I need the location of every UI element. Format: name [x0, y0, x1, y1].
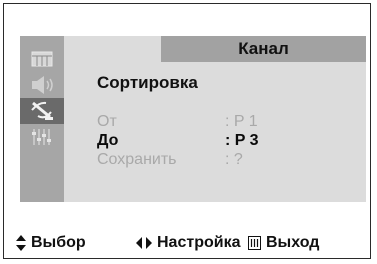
picture-icon: [31, 51, 53, 67]
tv-osd-frame: Канал Сортировка От : P 1 До : P 3 Сохра…: [3, 3, 371, 259]
menu-tab-channel[interactable]: [20, 98, 64, 124]
hint-select-label: Выбор: [31, 234, 86, 251]
setup-equalizer-icon: [32, 129, 51, 145]
up-down-arrows-icon: [16, 235, 26, 251]
section-title: Сортировка: [97, 73, 198, 92]
row-value: : ?: [225, 151, 243, 168]
hint-adjust: Настройка: [136, 234, 240, 252]
menu-tab-setup[interactable]: [20, 124, 64, 150]
menu-tab-picture[interactable]: [20, 46, 64, 72]
button-hint-bar: Выбор Настройка Выход: [4, 230, 372, 258]
hint-exit-label: Выход: [266, 234, 320, 251]
row-label: От: [97, 113, 117, 130]
row-label: Сохранить: [97, 151, 177, 168]
sound-icon: [32, 76, 53, 94]
menu-button-icon: [248, 236, 261, 250]
menu-icon-column: [20, 36, 64, 202]
row-value: : P 3: [225, 132, 259, 149]
channel-antenna-icon: [31, 101, 53, 120]
hint-adjust-label: Настройка: [157, 234, 241, 251]
menu-content-area: Канал Сортировка От : P 1 До : P 3 Сохра…: [64, 36, 366, 202]
menu-header-bar: Канал: [161, 36, 366, 62]
row-label: До: [97, 132, 119, 149]
row-value: : P 1: [225, 113, 258, 130]
menu-title: Канал: [238, 39, 289, 58]
menu-tab-sound[interactable]: [20, 72, 64, 98]
hint-exit: Выход: [248, 234, 319, 252]
left-right-arrows-icon: [136, 237, 152, 249]
osd-menu-panel: Канал Сортировка От : P 1 До : P 3 Сохра…: [20, 36, 366, 202]
hint-select: Выбор: [16, 234, 86, 252]
